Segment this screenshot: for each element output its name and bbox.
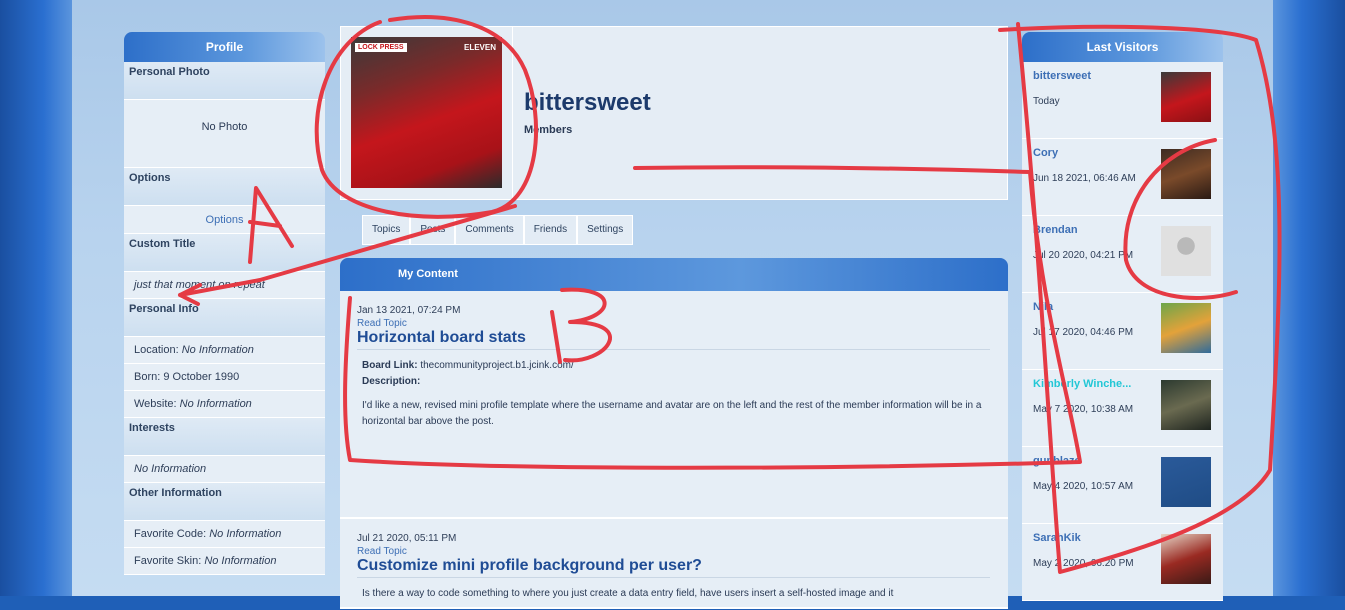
profile-tabs: Topics Posts Comments Friends Settings [362,215,634,245]
other-information-title: Other Information [124,483,325,521]
tab-topics[interactable]: Topics [362,215,411,245]
custom-title-title: Custom Title [124,234,325,272]
last-visitors-panel: Last Visitors bittersweet Today Cory Jun 18… [1022,32,1223,601]
tab-posts[interactable]: Posts [410,215,456,245]
post-date: Jul 21 2020, 05:11 PM [357,533,457,544]
profile-box: LOCK PRESS ELEVEN bittersweet Members [340,26,1008,200]
personal-photo-title: Personal Photo [124,62,325,100]
post-date: Jan 13 2021, 07:24 PM [357,305,461,316]
profile-sidebar: Profile Personal Photo No Photo Options … [124,32,325,575]
profile-divider [512,27,513,199]
visitor-date: May 7 2020, 10:38 AM [1033,404,1134,415]
options-link[interactable]: Options [206,214,244,226]
member-group: Members [524,124,573,136]
main-content: LOCK PRESS ELEVEN bittersweet Members To… [340,26,1008,609]
website-row: Website: No Information [124,391,325,418]
visitor-name[interactable]: bittersweet [1033,70,1091,82]
visitor-name[interactable]: Cory [1033,147,1058,159]
visitor-row[interactable]: Kimberly Winche... May 7 2020, 10:38 AM [1022,370,1223,447]
visitor-avatar[interactable] [1161,380,1211,430]
location-row: Location: No Information [124,337,325,364]
post-title[interactable]: Customize mini profile background per us… [357,557,990,578]
interests-value: No Information [124,456,325,483]
options-title: Options [124,168,325,206]
visitor-date: May 4 2020, 10:57 AM [1033,481,1134,492]
visitor-avatar[interactable] [1161,72,1211,122]
my-content-header: My Content [340,258,1008,291]
born-row: Born: 9 October 1990 [124,364,325,391]
window-frame-left [0,0,72,596]
visitor-name[interactable]: Kimberly Winche... [1033,378,1131,390]
visitor-date: Jul 17 2020, 04:46 PM [1033,327,1134,338]
username: bittersweet [524,89,651,116]
tab-comments[interactable]: Comments [455,215,524,245]
post-description: I'd like a new, revised mini profile tem… [362,400,982,427]
custom-title-value: just that moment on repeat [124,272,325,299]
personal-info-title: Personal Info [124,299,325,337]
visitor-avatar[interactable] [1161,149,1211,199]
tab-friends[interactable]: Friends [523,215,578,245]
content-post: Jan 13 2021, 07:24 PM Read Topic Horizon… [340,291,1008,519]
options-body: Options [124,206,325,234]
visitor-row[interactable]: Brendan Jul 20 2020, 04:21 PM [1022,216,1223,293]
my-content-panel: My Content Jan 13 2021, 07:24 PM Read To… [340,258,1008,609]
visitor-row[interactable]: SarahKik May 2 2020, 06:20 PM [1022,524,1223,601]
post-body: Board Link: thecommunityproject.b1.jcink… [357,350,990,438]
visitor-row[interactable]: Nila Jul 17 2020, 04:46 PM [1022,293,1223,370]
visitor-name[interactable]: gunblaze [1033,455,1081,467]
interests-title: Interests [124,418,325,456]
read-topic-link[interactable]: Read Topic [357,546,990,557]
visitor-date: Jul 20 2020, 04:21 PM [1033,250,1134,261]
profile-page: Profile Personal Photo No Photo Options … [72,0,1273,609]
post-body: Is there a way to code something to wher… [362,588,894,599]
visitor-name[interactable]: Brendan [1033,224,1078,236]
window-frame-right [1273,0,1345,596]
board-link[interactable]: thecommunityproject.b1.jcink.com/ [420,360,573,371]
tab-settings[interactable]: Settings [577,215,634,245]
avatar-badge-eleven: ELEVEN [463,43,496,52]
visitor-row[interactable]: gunblaze May 4 2020, 10:57 AM [1022,447,1223,524]
visitor-date: Today [1033,96,1060,107]
last-visitors-header: Last Visitors [1022,32,1223,62]
profile-header: Profile [124,32,325,62]
visitor-avatar[interactable] [1161,457,1211,507]
personal-photo-body: No Photo [124,100,325,168]
visitor-name[interactable]: Nila [1033,301,1053,313]
post-title[interactable]: Horizontal board stats [357,329,990,350]
visitor-avatar[interactable] [1161,534,1211,584]
visitor-date: May 2 2020, 06:20 PM [1033,558,1134,569]
avatar-badge: LOCK PRESS [355,43,407,52]
visitor-name[interactable]: SarahKik [1033,532,1081,544]
visitor-avatar[interactable] [1161,226,1211,276]
favorite-skin-row: Favorite Skin: No Information [124,548,325,575]
favorite-code-row: Favorite Code: No Information [124,521,325,548]
read-topic-link[interactable]: Read Topic [357,318,990,329]
avatar: LOCK PRESS ELEVEN [351,37,502,188]
visitor-avatar[interactable] [1161,303,1211,353]
no-photo-text: No Photo [201,121,248,133]
visitor-row[interactable]: bittersweet Today [1022,62,1223,139]
visitor-row[interactable]: Cory Jun 18 2021, 06:46 AM [1022,139,1223,216]
visitor-date: Jun 18 2021, 06:46 AM [1033,173,1136,184]
